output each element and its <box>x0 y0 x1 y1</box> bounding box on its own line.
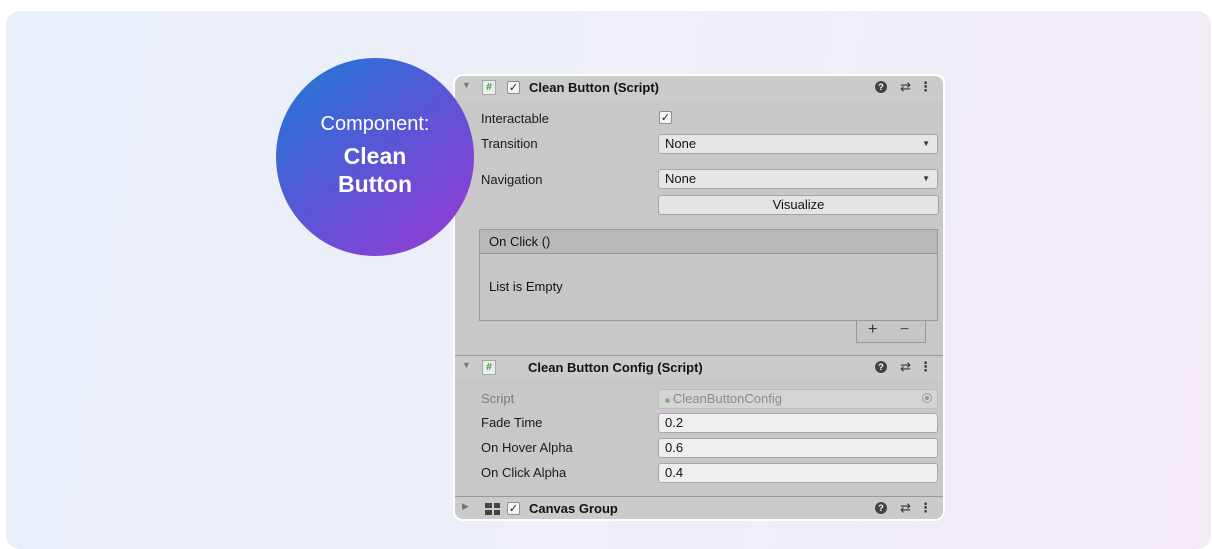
transition-value: None <box>665 136 697 151</box>
script-label: Script <box>481 391 515 406</box>
config-title: Clean Button Config (Script) <box>528 360 703 375</box>
transition-dropdown[interactable]: None ▼ <box>658 134 938 154</box>
fade-time-input[interactable]: 0.2 <box>658 413 938 433</box>
navigation-value: None <box>665 171 697 186</box>
hover-alpha-label: On Hover Alpha <box>481 440 573 455</box>
config-header[interactable]: ▼ # Clean Button Config (Script) ? ⇄ ⋮ <box>455 355 943 379</box>
presets-icon[interactable]: ⇄ <box>900 79 911 95</box>
help-icon[interactable]: ? <box>875 361 887 373</box>
canvas-group-header[interactable]: ▶ ✓ Canvas Group ? ⇄ ⋮ <box>455 496 943 519</box>
list-empty-text: List is Empty <box>489 279 563 294</box>
context-menu-icon[interactable]: ⋮ <box>919 79 932 95</box>
clean-button-header[interactable]: ▼ # ✓ Clean Button (Script) ? ⇄ ⋮ <box>455 76 943 100</box>
visualize-button[interactable]: Visualize <box>658 195 939 215</box>
script-object-field: ■ CleanButtonConfig <box>658 389 938 409</box>
on-click-header: On Click () <box>480 230 937 254</box>
remove-listener-button[interactable]: − <box>900 321 909 339</box>
hover-alpha-input[interactable]: 0.6 <box>658 438 938 458</box>
script-value: CleanButtonConfig <box>672 391 782 406</box>
foldout-collapsed-icon[interactable]: ▶ <box>462 501 469 512</box>
presets-icon[interactable]: ⇄ <box>900 359 911 375</box>
inspector-panel: ▼ # ✓ Clean Button (Script) ? ⇄ ⋮ Intera… <box>453 74 945 521</box>
canvas-group-icon <box>485 503 500 515</box>
object-picker-icon[interactable] <box>922 393 932 403</box>
click-alpha-input[interactable]: 0.4 <box>658 463 938 483</box>
interactable-label: Interactable <box>481 111 549 126</box>
fade-time-label: Fade Time <box>481 415 543 430</box>
badge-component-name: Clean Button <box>337 142 413 197</box>
navigation-dropdown[interactable]: None ▼ <box>658 169 938 189</box>
script-icon: # <box>482 80 496 95</box>
context-menu-icon[interactable]: ⋮ <box>919 359 932 375</box>
foldout-expanded-icon[interactable]: ▼ <box>462 80 471 90</box>
help-icon[interactable]: ? <box>875 502 887 514</box>
script-icon: # <box>482 360 496 375</box>
canvas-group-title: Canvas Group <box>529 501 618 516</box>
foldout-expanded-icon[interactable]: ▼ <box>462 360 471 370</box>
clean-button-title: Clean Button (Script) <box>529 80 659 95</box>
add-listener-button[interactable]: + <box>868 321 877 339</box>
script-asset-icon: ■ <box>665 396 670 405</box>
component-badge: Component: Clean Button <box>276 58 474 256</box>
event-list-footer: + − <box>856 321 926 343</box>
help-icon[interactable]: ? <box>875 81 887 93</box>
interactable-checkbox[interactable]: ✓ <box>659 111 672 124</box>
clean-button-enabled-checkbox[interactable]: ✓ <box>507 81 520 94</box>
context-menu-icon[interactable]: ⋮ <box>919 500 932 516</box>
click-alpha-label: On Click Alpha <box>481 465 567 480</box>
canvas-group-enabled-checkbox[interactable]: ✓ <box>507 502 520 515</box>
dropdown-arrow-icon: ▼ <box>922 139 930 148</box>
dropdown-arrow-icon: ▼ <box>922 174 930 183</box>
badge-caption: Component: <box>320 112 430 135</box>
on-click-event-list: On Click () List is Empty <box>479 229 938 321</box>
transition-label: Transition <box>481 136 538 151</box>
presets-icon[interactable]: ⇄ <box>900 500 911 516</box>
navigation-label: Navigation <box>481 172 543 187</box>
